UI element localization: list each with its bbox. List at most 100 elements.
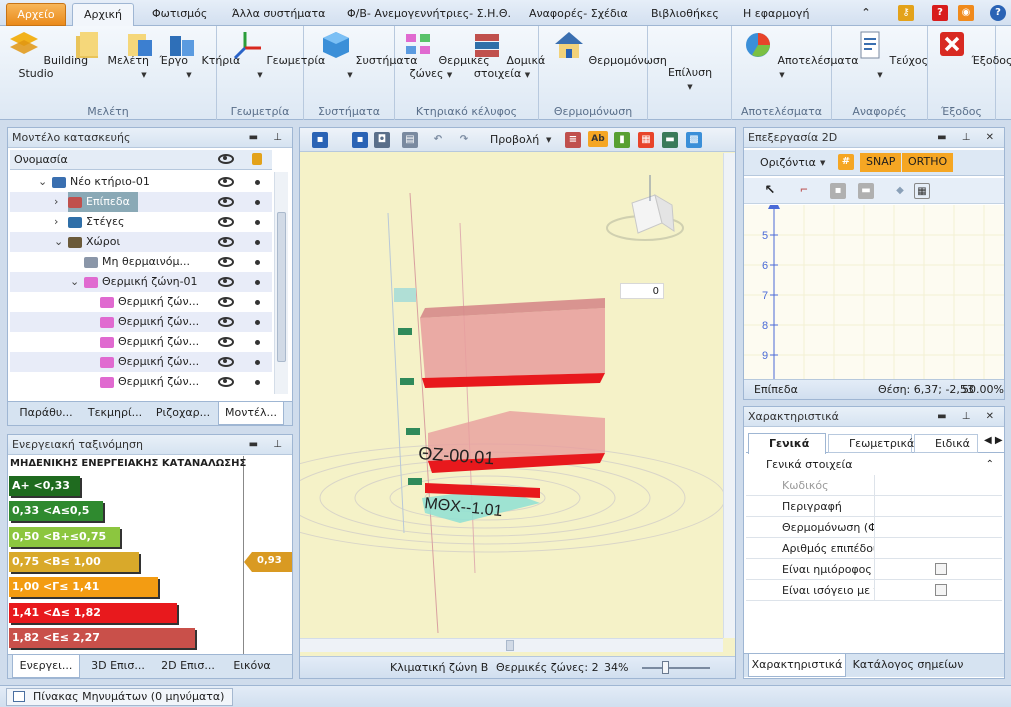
expander-icon[interactable]: ⌄	[38, 172, 47, 192]
grid-tool-icon[interactable]: ▦	[914, 183, 930, 199]
zoom-slider-track[interactable]	[642, 667, 710, 669]
tab-3d-view[interactable]: 3D Επισ...	[84, 655, 152, 678]
tree-item[interactable]: Θερμική ζών...	[10, 292, 272, 312]
tab-documentation[interactable]: Τεκμηρί...	[82, 402, 148, 425]
panel-controls[interactable]: ▬ ⊥	[249, 128, 288, 148]
texture-toggle-icon[interactable]: ▩	[686, 132, 702, 148]
thermal-zones-button[interactable]: Θερμικές ζώνες ▼	[403, 30, 490, 82]
snap-grid-icon[interactable]: #	[838, 154, 854, 170]
save-icon[interactable]: ▪	[312, 132, 328, 148]
tree-item[interactable]: Θερμική ζών...	[10, 372, 272, 392]
dropdown-arrow-icon[interactable]: ▼	[546, 136, 551, 144]
collapse-icon[interactable]: ⌃	[986, 455, 994, 475]
tab-root[interactable]: Ριζοχαρ...	[150, 402, 216, 425]
panel-controls[interactable]: ▬ ⊥ ✕	[937, 407, 1000, 427]
tab-home[interactable]: Αρχική	[72, 3, 134, 26]
tree-item[interactable]: ⌄ Χώροι	[10, 232, 272, 252]
messages-button[interactable]: Πίνακας Μηνυμάτων (0 μηνύματα)	[6, 688, 234, 706]
building-studio-button[interactable]: Building Studio	[8, 30, 88, 80]
tab-other-systems[interactable]: Άλλα συστήματα	[226, 3, 331, 26]
tab-lighting[interactable]: Φωτισμός	[146, 3, 213, 26]
lock-toggle[interactable]	[255, 360, 260, 365]
rss-icon[interactable]: ◉	[958, 5, 974, 21]
save-view-icon[interactable]: ▪	[352, 132, 368, 148]
redo-icon[interactable]: ↷	[456, 132, 472, 148]
property-value-field[interactable]	[874, 517, 1002, 537]
lock-toggle[interactable]	[255, 260, 260, 265]
systimata-button[interactable]: Συστήματα ▼	[320, 30, 418, 82]
tree-item[interactable]: ⌄ Θερμική ζώνη-01	[10, 272, 272, 292]
expander-icon[interactable]: ⌄	[70, 272, 79, 292]
tab-image[interactable]: Εικόνα	[224, 655, 280, 678]
slab-tool-icon[interactable]: ▬	[858, 183, 874, 199]
viewport-vscrollbar[interactable]	[723, 153, 735, 638]
expander-icon[interactable]: ›	[54, 192, 58, 212]
visibility-eye-icon[interactable]	[218, 317, 234, 327]
undo-icon[interactable]: ↶	[430, 132, 446, 148]
tree-item[interactable]: › Στέγες	[10, 212, 272, 232]
dropdown-arrow-icon[interactable]: ▼	[820, 159, 825, 167]
property-row[interactable]: Κωδικός	[746, 475, 1002, 496]
viewport-3d[interactable]: ▪ ▪ ◘ ▤ ↶ ↷ Προβολή ▼ ≡ Ab ▮ ▦ ▬ ▩ ΘZ-00…	[299, 127, 736, 679]
tree-item[interactable]: Θερμική ζών...	[10, 352, 272, 372]
ktiria-button[interactable]: Κτήρια ▼	[166, 30, 240, 82]
lock-toggle[interactable]	[255, 300, 260, 305]
ergo-button[interactable]: Έργο ▼	[124, 30, 188, 82]
terrain-toggle-icon[interactable]: ▬	[662, 132, 678, 148]
snap-toggle[interactable]: SNAP	[860, 153, 902, 172]
panel-controls[interactable]: ▬ ⊥	[249, 435, 288, 455]
teuxos-button[interactable]: Τεύχος ▼	[854, 30, 928, 82]
lock-toggle[interactable]	[255, 180, 260, 185]
angle-input[interactable]: 0	[620, 283, 664, 299]
key-icon[interactable]: ⚷	[898, 5, 914, 21]
collapse-ribbon-icon[interactable]: ⌃	[858, 5, 874, 21]
scene-canvas[interactable]: ΘZ-00.01 ΜΘΧ--1.01	[300, 153, 735, 653]
exodos-button[interactable]: Έξοδος	[936, 30, 1011, 67]
tab-characteristics[interactable]: Χαρακτηριστικά	[748, 654, 846, 677]
structural-elements-button[interactable]: Δομικά στοιχεία ▼	[471, 30, 545, 82]
scroll-thumb[interactable]	[506, 640, 514, 651]
tab-windows[interactable]: Παράθυ...	[12, 402, 80, 425]
visibility-eye-icon[interactable]	[218, 297, 234, 307]
plan-canvas[interactable]: 5 6 7 8 9	[744, 205, 1004, 379]
geometria-button[interactable]: Γεωμετρία ▼	[231, 30, 325, 82]
expander-icon[interactable]: ⌄	[54, 232, 63, 252]
lock-toggle[interactable]	[255, 380, 260, 385]
lock-toggle[interactable]	[255, 280, 260, 285]
visibility-eye-icon[interactable]	[218, 177, 234, 187]
help-icon[interactable]: ?	[990, 5, 1006, 21]
ortho-toggle[interactable]: ORTHO	[902, 153, 954, 172]
panel-controls[interactable]: ▬ ⊥ ✕	[937, 128, 1000, 148]
epilysi-button[interactable]: Επίλυση ▼	[660, 66, 720, 94]
tab-scroll-icon[interactable]: ◀ ▶	[984, 435, 1003, 446]
tab-pv-wind[interactable]: Φ/Β- Ανεμογεννήτριες- Σ.Η.Θ.	[341, 3, 517, 26]
apotelesmata-button[interactable]: Αποτελέσματα ▼	[742, 30, 859, 82]
visibility-eye-icon[interactable]	[218, 154, 234, 164]
lock-toggle[interactable]	[255, 200, 260, 205]
visibility-eye-icon[interactable]	[218, 357, 234, 367]
property-value-field[interactable]	[874, 559, 1002, 579]
file-menu-tab[interactable]: Αρχείο	[6, 3, 66, 26]
visibility-eye-icon[interactable]	[218, 217, 234, 227]
select-cursor-icon[interactable]: ↖	[762, 183, 778, 199]
print-icon[interactable]: ▤	[402, 132, 418, 148]
property-row[interactable]: Περιγραφή	[746, 496, 1002, 517]
visibility-eye-icon[interactable]	[218, 197, 234, 207]
tree-item[interactable]: Θερμική ζών...	[10, 312, 272, 332]
scroll-thumb[interactable]	[277, 212, 286, 362]
visibility-eye-icon[interactable]	[218, 337, 234, 347]
tab-points-list[interactable]: Κατάλογος σημείων	[848, 654, 968, 677]
tab-special[interactable]: Ειδικά	[914, 434, 978, 453]
tab-libraries[interactable]: Βιβλιοθήκες	[645, 3, 725, 26]
elements-toggle-icon[interactable]: ▦	[638, 132, 654, 148]
tab-energy[interactable]: Ενεργει...	[12, 655, 80, 678]
tree-scrollbar[interactable]	[274, 172, 288, 394]
zoom-slider-thumb[interactable]	[662, 661, 669, 674]
tab-general[interactable]: Γενικά	[748, 433, 826, 454]
property-value-field[interactable]	[874, 475, 1002, 495]
property-row[interactable]: Είναι ισόγειο με π	[746, 580, 1002, 601]
visibility-eye-icon[interactable]	[218, 377, 234, 387]
lock-toggle[interactable]	[255, 240, 260, 245]
lock-toggle[interactable]	[255, 320, 260, 325]
property-checkbox[interactable]	[935, 563, 947, 575]
